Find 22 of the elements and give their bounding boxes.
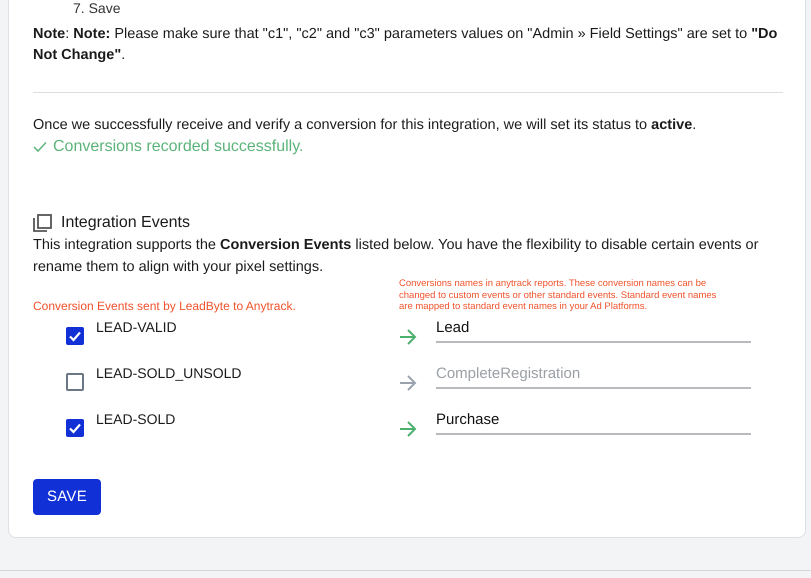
event-name: LEAD-VALID [96,318,177,334]
checkbox[interactable] [66,418,84,436]
arrow-icon [399,328,417,344]
check-icon [33,141,47,153]
event-name: LEAD-SOLD_UNSOLD [96,364,242,380]
target-hint: Conversions names in anytrack reports. These conversion names can be changed to custom events or other standard events. Standard event names are mapped to standard event names in your Ad Platforms. [399,278,718,312]
event-name-field[interactable]: Lead [436,316,751,342]
step-item: 7. Save [73,0,120,16]
checkbox[interactable] [66,326,84,344]
status-message: Conversions recorded successfully. [53,138,304,156]
activation-text: Once we successfully receive and verify a conversion for this integration, we will set its status to active. [33,116,698,135]
checkbox[interactable] [66,372,84,390]
arrow-icon [399,420,417,436]
event-name-field[interactable]: Purchase [436,408,751,434]
copy-icon [33,214,52,232]
arrow-icon [399,374,417,390]
note-text: Note: Note: Please make sure that "c1", "c2" and "c3" parameters values on "Admin » Field Settings" are set to "Do Not Change". [33,25,778,65]
save-button[interactable]: SAVE [33,478,101,514]
event-name: LEAD-SOLD [96,410,176,426]
section-title: Integration Events [61,214,190,232]
source-hint: Conversion Events sent by LeadByte to Anytrack. [33,298,297,312]
description-text: This integration supports the Conversion Events listed below. You have the flexibility to disable certain events or rename them to align with your pixel settings. [33,236,760,277]
